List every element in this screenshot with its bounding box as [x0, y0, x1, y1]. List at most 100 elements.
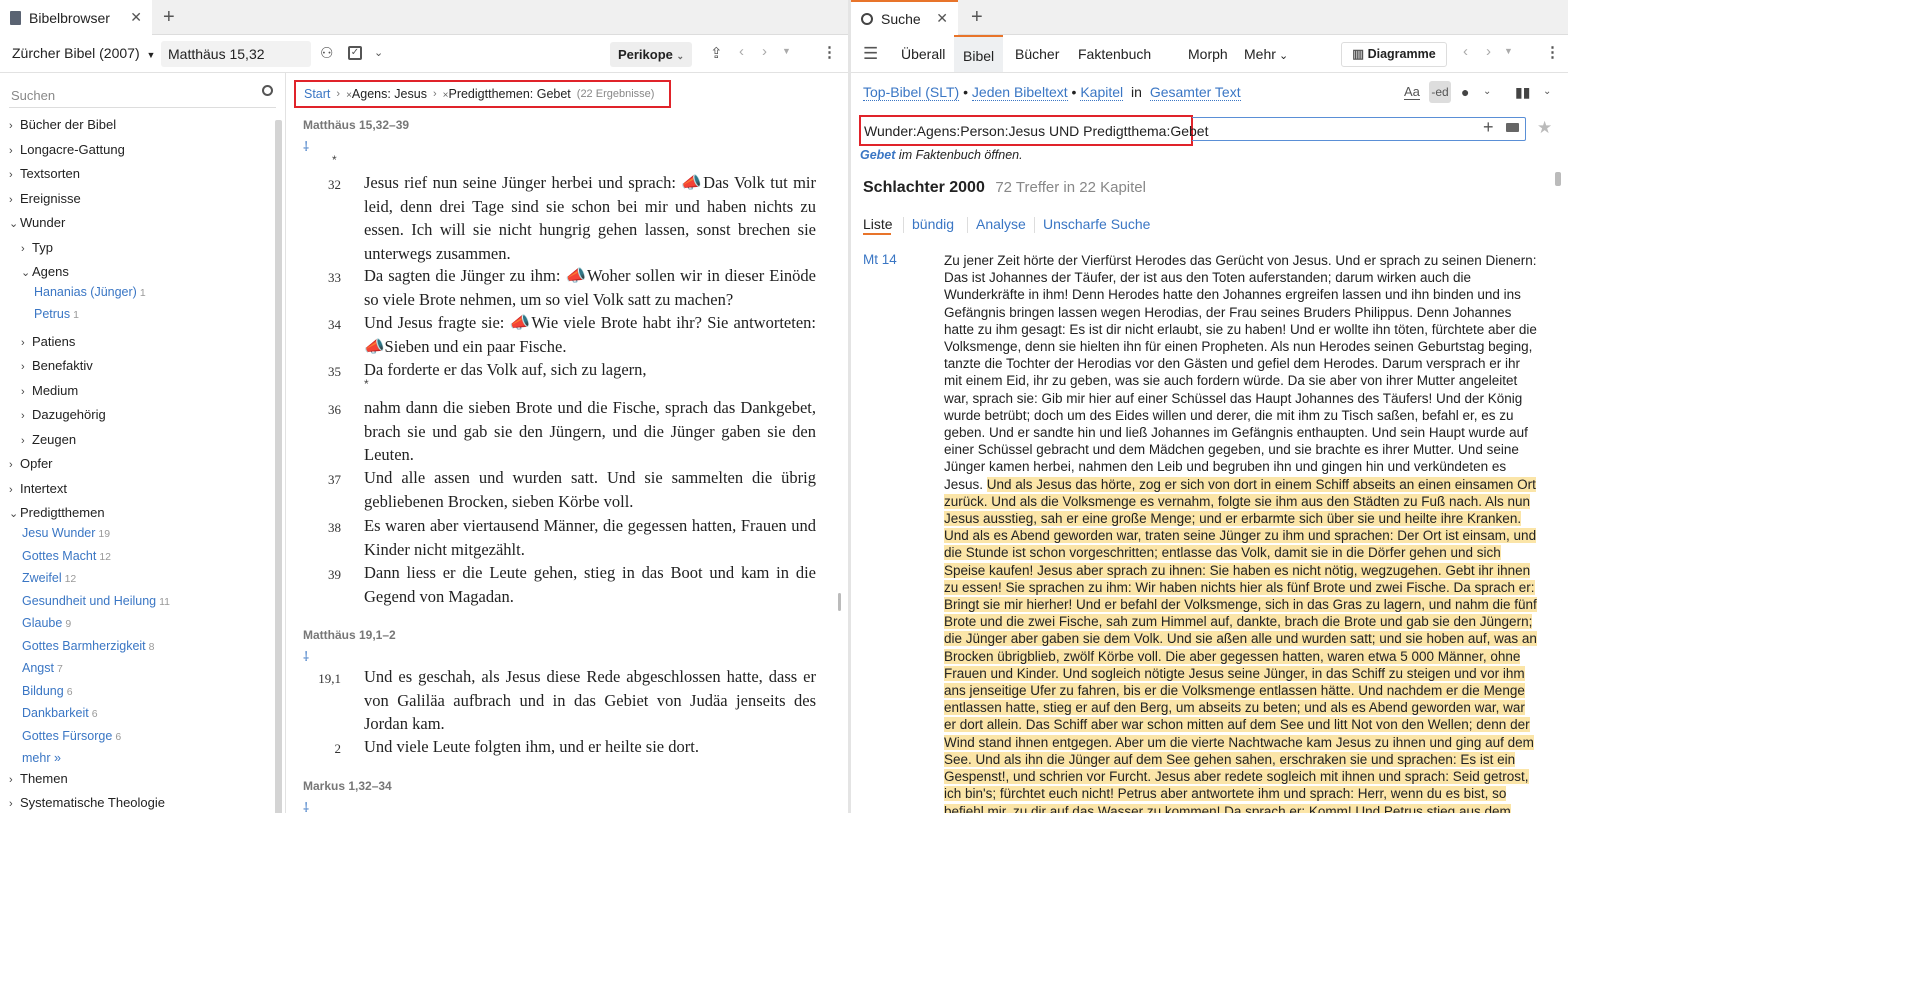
chevron-down-icon[interactable]: ⌄: [21, 266, 32, 279]
verse-number[interactable]: 32: [295, 177, 341, 193]
tree-leaf-link[interactable]: Dankbarkeit 6: [22, 706, 98, 720]
chevron-right-icon[interactable]: ›: [9, 484, 20, 496]
search-type-tab[interactable]: Bibel: [954, 35, 1004, 72]
breadcrumb-filter-agens[interactable]: ×Agens: Jesus: [346, 87, 427, 101]
bible-version-select[interactable]: Zürcher Bibel (2007) ▼: [12, 45, 155, 61]
tree-leaf-link[interactable]: Gottes Fürsorge 6: [22, 729, 121, 743]
chevron-right-icon[interactable]: ›: [9, 194, 20, 206]
footnote-marker-icon[interactable]: *: [332, 153, 337, 167]
result-ref[interactable]: Mt 14: [863, 252, 897, 267]
tab-bibelbrowser[interactable]: Bibelbrowser ✕: [0, 0, 152, 35]
result-view-tab[interactable]: bündig: [912, 216, 954, 232]
new-tab-plus-icon[interactable]: +: [971, 6, 983, 29]
search-type-tab[interactable]: Morph: [1188, 46, 1228, 62]
tree-node[interactable]: › Dazugehörig: [21, 407, 106, 422]
tree-leaf-link[interactable]: Jesu Wunder 19: [22, 526, 110, 540]
cross-reference-icon[interactable]: ⸸: [303, 647, 309, 665]
more-vertical-icon[interactable]: ⋮: [822, 43, 837, 61]
chevron-right-icon[interactable]: ›: [21, 386, 32, 398]
chevron-down-icon[interactable]: ⌄: [1483, 86, 1491, 97]
diagram-button[interactable]: ▥ Diagramme: [1341, 42, 1447, 67]
tab-suche[interactable]: Suche ✕: [851, 0, 958, 35]
add-term-plus-icon[interactable]: +: [1483, 117, 1494, 138]
verse-number[interactable]: 35: [295, 364, 341, 380]
chevron-right-icon[interactable]: ›: [9, 120, 20, 132]
verse-number[interactable]: 39: [295, 567, 341, 583]
chevron-down-icon[interactable]: ⌄: [9, 507, 20, 520]
tree-node[interactable]: ⌄ Wunder: [9, 215, 65, 230]
tree-node[interactable]: › Patiens: [21, 334, 75, 349]
breadcrumb-start[interactable]: Start: [304, 87, 330, 101]
search-icon[interactable]: [262, 85, 273, 96]
tree-leaf-link[interactable]: Hananias (Jünger) 1: [34, 285, 146, 299]
tree-leaf-link[interactable]: Gesundheit und Heilung 11: [22, 594, 170, 608]
chevron-right-icon[interactable]: ›: [21, 361, 32, 373]
close-icon[interactable]: ✕: [936, 10, 948, 27]
tree-node[interactable]: › Opfer: [9, 456, 53, 471]
chevron-right-icon[interactable]: ›: [9, 459, 20, 471]
cross-reference-icon[interactable]: ⸸: [303, 137, 309, 155]
tree-node[interactable]: ⌄ Predigtthemen: [9, 505, 105, 520]
query-input-field[interactable]: [1192, 117, 1526, 141]
verse-number[interactable]: 34: [295, 317, 341, 333]
reference-input[interactable]: Matthäus 15,32: [161, 41, 311, 67]
sidebar-search-input[interactable]: Suchen: [9, 82, 276, 108]
tree-leaf-link[interactable]: Gottes Macht 12: [22, 549, 111, 563]
chevron-right-icon[interactable]: ›: [9, 798, 20, 810]
breadcrumb-filter-predigt[interactable]: ×Predigtthemen: Gebet: [443, 87, 571, 101]
chevron-down-icon[interactable]: ⌄: [9, 217, 20, 230]
back-arrow-icon[interactable]: ‹: [739, 43, 744, 60]
new-tab-plus-icon[interactable]: +: [163, 6, 175, 29]
chevron-right-icon[interactable]: ›: [9, 145, 20, 157]
facts-link[interactable]: Gebet: [860, 148, 895, 162]
pericope-button[interactable]: Perikope ⌄: [610, 42, 692, 67]
scope-text-link[interactable]: Jeden Bibeltext: [971, 84, 1068, 101]
chevron-right-icon[interactable]: ›: [9, 774, 20, 786]
share-icon[interactable]: ⇪: [710, 44, 723, 62]
more-vertical-icon[interactable]: ⋮: [1545, 43, 1560, 61]
verse-number[interactable]: 33: [295, 270, 341, 286]
tree-node[interactable]: ⌄ Agens: [21, 264, 69, 279]
tree-leaf-link[interactable]: Petrus 1: [34, 307, 79, 321]
sidebar-scrollbar[interactable]: [275, 120, 282, 813]
verse-number[interactable]: 36: [295, 402, 341, 418]
chevron-right-icon[interactable]: ›: [9, 169, 20, 181]
result-view-tab[interactable]: Liste: [863, 216, 893, 232]
chevron-right-icon[interactable]: ›: [21, 435, 32, 447]
footnote-marker-icon[interactable]: *: [364, 377, 369, 391]
forward-arrow-icon[interactable]: ›: [1486, 43, 1491, 60]
checklist-icon[interactable]: ✓: [348, 46, 362, 60]
tree-node[interactable]: › Benefaktiv: [21, 358, 93, 373]
tree-leaf-link[interactable]: mehr »: [22, 751, 64, 765]
people-icon[interactable]: ⚇: [320, 44, 333, 62]
tree-node[interactable]: › Textsorten: [9, 166, 80, 181]
morph-highlight-icon[interactable]: -ed: [1429, 81, 1451, 103]
chevron-down-icon[interactable]: ⌄: [1543, 86, 1551, 97]
tree-node[interactable]: › Zeugen: [21, 432, 76, 447]
result-view-tab[interactable]: Analyse: [976, 216, 1026, 232]
history-dropdown-icon[interactable]: ▼: [782, 46, 791, 56]
tree-node[interactable]: › Systematische Theologie: [9, 795, 165, 810]
visual-filter-icon[interactable]: ●: [1461, 84, 1469, 100]
verse-number[interactable]: 2: [295, 741, 342, 757]
tree-node[interactable]: › Ereignisse: [9, 191, 81, 206]
chevron-down-icon[interactable]: ⌄: [374, 46, 383, 59]
keyboard-icon[interactable]: [1506, 123, 1519, 132]
verse-number[interactable]: 19,1: [295, 671, 341, 687]
font-size-icon[interactable]: Aa: [1404, 84, 1420, 100]
history-dropdown-icon[interactable]: ▼: [1504, 46, 1513, 56]
results-scrollbar[interactable]: [1555, 172, 1561, 186]
scope-range-link[interactable]: Gesamter Text: [1149, 84, 1241, 101]
result-bible-title[interactable]: Schlachter 2000: [863, 179, 985, 196]
result-view-tab[interactable]: Unscharfe Suche: [1043, 216, 1150, 232]
chevron-right-icon[interactable]: ›: [21, 337, 32, 349]
search-type-tab[interactable]: Mehr ⌄: [1244, 46, 1288, 62]
favorite-star-icon[interactable]: ★: [1537, 118, 1552, 138]
search-type-tab[interactable]: Bücher: [1015, 46, 1059, 62]
tree-node[interactable]: › Themen: [9, 771, 68, 786]
tree-leaf-link[interactable]: Angst 7: [22, 661, 63, 675]
tree-node[interactable]: › Typ: [21, 240, 53, 255]
hamburger-menu-icon[interactable]: ☰: [863, 44, 878, 64]
back-arrow-icon[interactable]: ‹: [1463, 43, 1468, 60]
scope-unit-link[interactable]: Kapitel: [1080, 84, 1124, 101]
